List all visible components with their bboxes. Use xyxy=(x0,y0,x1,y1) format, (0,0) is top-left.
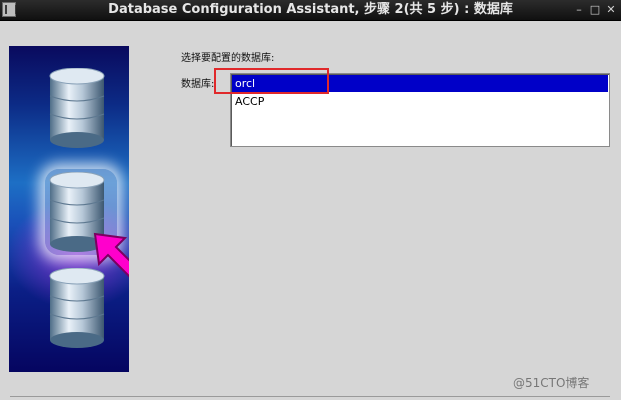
title-bar: Database Configuration Assistant, 步骤 2(共… xyxy=(0,0,621,21)
window-title: Database Configuration Assistant, 步骤 2(共… xyxy=(108,2,513,17)
list-item-accp[interactable]: ACCP xyxy=(232,93,608,110)
minimize-button[interactable]: – xyxy=(571,0,587,20)
annotation-highlight-box xyxy=(214,68,329,94)
database-field-label: 数据库: xyxy=(181,79,215,90)
database-cylinder-icon xyxy=(49,68,105,148)
watermark: @51CTO博客 xyxy=(513,376,590,390)
select-database-prompt: 选择要配置的数据库: xyxy=(181,53,275,64)
close-button[interactable]: ✕ xyxy=(603,0,619,20)
wizard-illustration xyxy=(9,46,129,372)
selection-arrow-icon xyxy=(91,230,129,288)
bottom-divider xyxy=(10,396,610,397)
maximize-button[interactable]: □ xyxy=(587,0,603,20)
